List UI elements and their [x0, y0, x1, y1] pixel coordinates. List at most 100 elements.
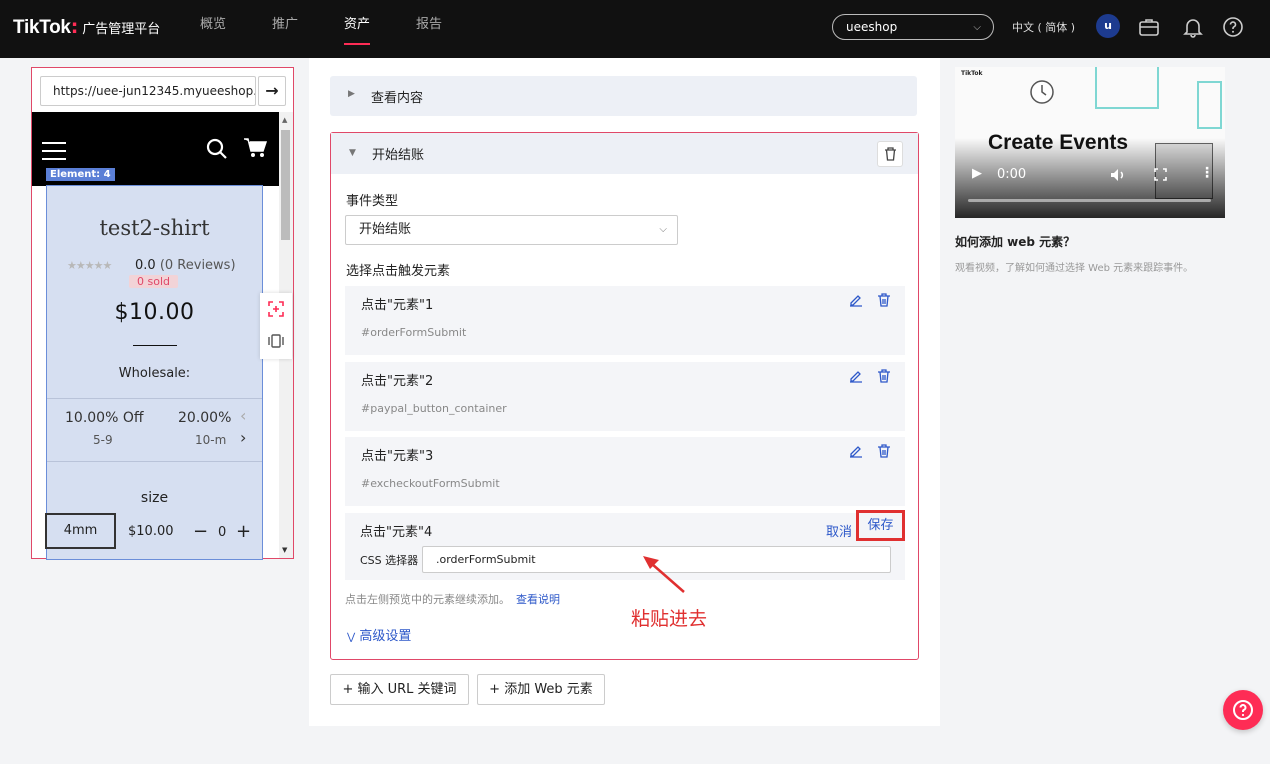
list-item: 点击"元素"3 #excheckoutFormSubmit: [345, 437, 905, 506]
quantity-increase[interactable]: +: [236, 521, 251, 542]
help-title: 如何添加 web 元素？: [955, 235, 1076, 249]
brand-name: TikTok: [13, 17, 71, 38]
chevron-right-icon[interactable]: ›: [240, 428, 246, 447]
chevron-down-icon: ⌵: [659, 224, 667, 235]
tiktok-ads-logo[interactable]: TikTok : 广告管理平台: [13, 16, 160, 39]
trash-icon: [885, 147, 896, 161]
size-label: size: [140, 490, 169, 506]
review-count: (0 Reviews): [159, 258, 236, 273]
trash-icon[interactable]: [877, 293, 891, 307]
tier-range-2: 10-m: [195, 433, 227, 447]
divider: [133, 345, 177, 346]
selected-element-highlight[interactable]: test2-shirt ★★★★★ 0.0 (0 Reviews) 0 sold…: [45, 185, 263, 560]
device-icon[interactable]: [268, 333, 284, 349]
brand-dot: :: [70, 16, 79, 38]
divider: [47, 461, 262, 462]
view-instructions-link[interactable]: 查看说明: [516, 593, 560, 606]
section-view-content[interactable]: ▶ 查看内容: [330, 76, 917, 116]
menu-icon[interactable]: [42, 142, 66, 162]
editing-element-row: 点击"元素"4 取消 保存 CSS 选择器 .orderFormSubmit: [345, 510, 905, 580]
window-illustration: [1197, 81, 1222, 129]
bell-icon[interactable]: [1182, 16, 1204, 38]
double-chevron-down-icon: ⋁: [347, 632, 356, 643]
cancel-button[interactable]: 取消: [826, 521, 852, 540]
clock-illustration: [1030, 80, 1054, 104]
tier-range-1: 5-9: [93, 433, 113, 447]
main-nav: 概览 推广 资产 报告: [200, 0, 488, 58]
tutorial-video[interactable]: TikTok Create Events ▶ 0:00 ⋮: [955, 67, 1225, 218]
rating-stars: ★★★★★: [67, 259, 112, 272]
sold-badge: 0 sold: [129, 275, 178, 288]
element-title: 点击"元素"1: [361, 298, 434, 313]
list-item: 点击"元素"1 #orderFormSubmit: [345, 286, 905, 355]
edit-icon[interactable]: [849, 369, 863, 383]
event-type-select[interactable]: 开始结账 ⌵: [345, 215, 678, 245]
trash-icon[interactable]: [877, 369, 891, 383]
caret-right-icon: ▶: [348, 89, 355, 99]
section-title: 查看内容: [371, 91, 424, 106]
nav-campaign[interactable]: 推广: [272, 0, 298, 58]
section-header[interactable]: ▼ 开始结账: [331, 133, 918, 174]
save-button[interactable]: 保存: [856, 510, 905, 541]
quantity-value[interactable]: 0: [218, 525, 226, 540]
advanced-settings-toggle[interactable]: ⋁ 高级设置: [347, 625, 411, 644]
top-navigation-bar: TikTok : 广告管理平台 概览 推广 资产 报告 ueeshop ⌵ 中文…: [0, 0, 1270, 58]
brand-subtitle: 广告管理平台: [82, 22, 161, 37]
advanced-settings-label: 高级设置: [359, 629, 412, 644]
delete-section-button[interactable]: [877, 141, 903, 167]
rating-text: 0.0 (0 Reviews): [135, 258, 236, 273]
scroll-up-icon[interactable]: ▲: [282, 116, 287, 124]
account-selector[interactable]: ueeshop ⌵: [832, 14, 994, 40]
preview-scroll-thumb[interactable]: [281, 130, 290, 240]
preview-tools: [260, 293, 292, 359]
list-item: 点击"元素"2 #paypal_button_container: [345, 362, 905, 431]
element-tag: Element: 4: [46, 168, 115, 181]
tier-discount-1: 10.00% Off: [65, 410, 144, 426]
video-progress-bar[interactable]: [968, 199, 1211, 202]
trash-icon[interactable]: [877, 444, 891, 458]
fullscreen-icon[interactable]: [1154, 168, 1167, 181]
more-options-icon[interactable]: ⋮: [1200, 165, 1214, 181]
chevron-left-icon[interactable]: ‹: [240, 406, 246, 425]
tier-discount-2: 20.00%: [178, 410, 232, 426]
nav-overview[interactable]: 概览: [200, 0, 226, 58]
play-icon[interactable]: ▶: [972, 166, 982, 181]
hint-message: 点击左侧预览中的元素继续添加。: [345, 593, 510, 606]
select-element-icon[interactable]: [267, 300, 285, 318]
account-name: ueeshop: [846, 20, 898, 34]
event-type-value: 开始结账: [359, 222, 412, 237]
search-icon[interactable]: [206, 138, 228, 160]
css-selector-label: CSS 选择器: [360, 554, 419, 567]
language-switcher[interactable]: 中文 ( 简体 ): [1012, 19, 1075, 35]
element-title: 点击"元素"4: [360, 525, 433, 540]
add-web-element-button[interactable]: + 添加 Web 元素: [477, 674, 605, 705]
trigger-element-label: 选择点击触发元素: [346, 264, 451, 279]
element-selector: #excheckoutFormSubmit: [361, 477, 500, 490]
help-icon[interactable]: [1222, 16, 1244, 38]
preview-url-field[interactable]: https://uee-jun12345.myueeshop.com: [40, 76, 256, 106]
hint-text: 点击左侧预览中的元素继续添加。 查看说明: [345, 591, 560, 607]
element-title: 点击"元素"3: [361, 449, 434, 464]
product-title: test2-shirt: [99, 216, 210, 240]
size-option[interactable]: 4mm: [45, 513, 116, 549]
divider: [47, 398, 262, 399]
help-icon: [1233, 700, 1253, 720]
edit-icon[interactable]: [849, 444, 863, 458]
add-url-keyword-button[interactable]: + 输入 URL 关键词: [330, 674, 469, 705]
scroll-down-icon[interactable]: ▼: [282, 546, 287, 554]
cart-icon[interactable]: [243, 137, 267, 159]
edit-icon[interactable]: [849, 293, 863, 307]
briefcase-icon[interactable]: [1138, 16, 1160, 38]
nav-assets[interactable]: 资产: [344, 0, 371, 58]
window-illustration: [1095, 67, 1159, 109]
element-selector: #orderFormSubmit: [361, 326, 467, 339]
volume-icon[interactable]: [1110, 168, 1126, 182]
arrow-right-icon[interactable]: →: [258, 76, 286, 106]
video-brand-text: TikTok: [961, 70, 983, 77]
quantity-decrease[interactable]: −: [193, 521, 208, 542]
nav-reports[interactable]: 报告: [416, 0, 442, 58]
section-title: 开始结账: [372, 148, 425, 163]
help-button[interactable]: [1223, 690, 1263, 730]
annotation-arrow: [643, 556, 685, 593]
avatar[interactable]: u: [1096, 14, 1120, 38]
